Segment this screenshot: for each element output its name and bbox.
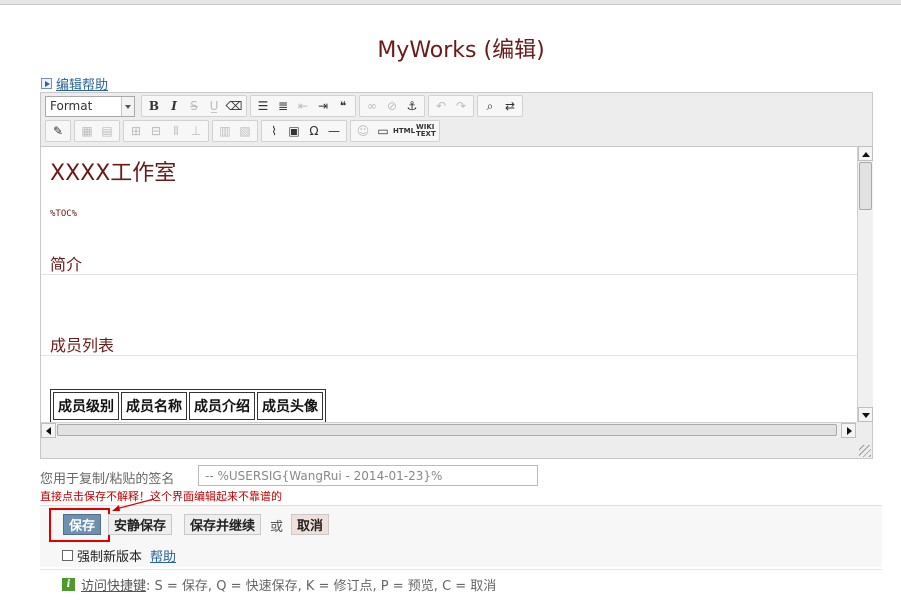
toolbar-group: ∞ ⊘ ⚓ xyxy=(359,95,425,117)
force-new-revision-checkbox[interactable] xyxy=(62,550,73,561)
horizontal-rule-icon[interactable]: — xyxy=(325,122,343,140)
link-icon[interactable]: ∞ xyxy=(363,97,381,115)
edit-source-icon[interactable]: ✎ xyxy=(49,122,67,140)
save-continue-button[interactable]: 保存并继续 xyxy=(184,514,262,535)
italic-icon[interactable]: I xyxy=(165,97,183,115)
resize-grip-icon[interactable] xyxy=(859,445,871,457)
toolbar-group: ▥ ▧ xyxy=(212,120,258,142)
toc-macro: %TOC% xyxy=(50,209,78,219)
force-new-revision-row: 强制新版本 帮助 xyxy=(62,546,176,565)
find-icon[interactable]: ⌕ xyxy=(481,97,499,115)
edit-help-link[interactable]: 编辑帮助 xyxy=(41,74,108,93)
cancel-button[interactable]: 取消 xyxy=(291,514,330,535)
smiley-icon[interactable]: ☺ xyxy=(354,122,372,140)
scroll-left-arrow-icon[interactable] xyxy=(41,423,56,438)
expand-triangle-icon xyxy=(41,78,52,89)
toolbar-group: ▦ ▤ xyxy=(74,120,120,142)
indent-icon[interactable]: ⇥ xyxy=(314,97,332,115)
quiet-save-button[interactable]: 安静保存 xyxy=(108,514,173,535)
insert-column-icon[interactable]: ⫴ xyxy=(167,122,185,140)
underline-icon[interactable]: U̲ xyxy=(205,97,223,115)
blockquote-icon[interactable]: ❝ xyxy=(334,97,352,115)
toolbar-group: ⌕ ⇄ xyxy=(477,95,523,117)
shortcut-link[interactable]: 访问快捷键 xyxy=(81,575,146,594)
strikethrough-icon[interactable]: S̶ xyxy=(185,97,203,115)
toolbar-group: ⊞ ⊟ ⫴ ⊥ xyxy=(123,120,209,142)
info-icon: i xyxy=(62,578,75,591)
special-char-icon[interactable]: Ω xyxy=(305,122,323,140)
anchor-icon[interactable]: ⚓ xyxy=(403,97,421,115)
edit-help-label: 编辑帮助 xyxy=(56,78,109,93)
table-icon[interactable]: ▦ xyxy=(78,122,96,140)
scroll-up-arrow-icon[interactable] xyxy=(858,146,873,161)
wiki-text-icon[interactable]: WIKI TEXT xyxy=(416,122,436,140)
content-heading-1: XXXX工作室 xyxy=(50,161,177,186)
toolbar-row-1: Format B I S̶ U̲ ⌫ ☰ ≣ ⇤ ⇥ ❝ ∞ ⊘ ⚓ ↶ ↷ ⌕ ⇄ xyxy=(45,95,526,117)
force-new-revision-label: 强制新版本 xyxy=(77,550,143,565)
delete-column-icon[interactable]: ⊥ xyxy=(187,122,205,140)
scroll-right-arrow-icon[interactable] xyxy=(841,423,856,438)
format-select[interactable]: Format xyxy=(45,95,135,117)
toolbar-group: ✎ xyxy=(45,120,71,142)
delete-row-icon[interactable]: ⊟ xyxy=(147,122,165,140)
content-heading-members: 成员列表 xyxy=(50,336,115,355)
table-header-cell: 成员级别 xyxy=(53,392,119,420)
warning-note: 直接点击保存不解释！这个界面编辑起来不靠谱的 xyxy=(40,490,282,503)
save-button[interactable]: 保存 xyxy=(63,514,102,535)
scroll-down-arrow-icon[interactable] xyxy=(858,407,873,422)
undo-icon[interactable]: ↶ xyxy=(432,97,450,115)
replace-icon[interactable]: ⇄ xyxy=(501,97,519,115)
insert-row-icon[interactable]: ⊞ xyxy=(127,122,145,140)
member-table: 成员级别 成员名称 成员介绍 成员头像 xyxy=(50,389,326,422)
table-props-icon[interactable]: ▤ xyxy=(98,122,116,140)
chevron-down-icon xyxy=(121,96,134,116)
divider xyxy=(41,355,857,356)
toolbar-group: ⌇ ▣ Ω — xyxy=(261,120,347,142)
redo-icon[interactable]: ↷ xyxy=(452,97,470,115)
scroll-thumb[interactable] xyxy=(859,162,872,210)
table-header-cell: 成员名称 xyxy=(121,392,187,420)
toolbar-group: ↶ ↷ xyxy=(428,95,474,117)
image-icon[interactable]: ▣ xyxy=(285,122,303,140)
numbered-list-icon[interactable]: ≣ xyxy=(274,97,292,115)
scroll-thumb[interactable] xyxy=(57,424,837,436)
bulleted-list-icon[interactable]: ☰ xyxy=(254,97,272,115)
split-cells-icon[interactable]: ▧ xyxy=(236,122,254,140)
action-bar: 保存 安静保存 保存并继续 或 取消 强制新版本 帮助 xyxy=(40,498,882,567)
divider xyxy=(41,274,857,275)
toolbar-group: ☺ ▭ HTML WIKI TEXT xyxy=(350,120,440,142)
shortcut-text: : S = 保存, Q = 快速保存, K = 修订点, P = 预览, C =… xyxy=(146,579,497,594)
toolbar-group: ☰ ≣ ⇤ ⇥ ❝ xyxy=(250,95,356,117)
outdent-icon[interactable]: ⇤ xyxy=(294,97,312,115)
signature-input[interactable] xyxy=(198,465,538,486)
page-title: MyWorks (编辑) xyxy=(377,38,545,63)
horizontal-scrollbar[interactable] xyxy=(41,422,857,438)
html-icon[interactable]: HTML xyxy=(393,122,415,140)
rich-text-editor: Format B I S̶ U̲ ⌫ ☰ ≣ ⇤ ⇥ ❝ ∞ ⊘ ⚓ ↶ ↷ ⌕ ⇄ ✎ ▦ ▤ ⊞ ⊟ ⫴ ⊥ ▥ ▧ ⌇ ▣ Ω —… xyxy=(40,92,873,459)
editor-content[interactable]: XXXX工作室 %TOC% 简介 成员列表 成员级别 成员名称 成员介绍 成员头… xyxy=(41,146,857,422)
bold-icon[interactable]: B xyxy=(145,97,163,115)
signature-label: 您用于复制/粘贴的签名 xyxy=(40,472,175,487)
content-heading-intro: 简介 xyxy=(50,255,83,274)
toolbar-row-2: ✎ ▦ ▤ ⊞ ⊟ ⫴ ⊥ ▥ ▧ ⌇ ▣ Ω — ☺ ▭ HTML WIKI TEXT xyxy=(45,120,443,142)
vertical-scrollbar[interactable] xyxy=(857,146,873,422)
table-header-cell: 成员头像 xyxy=(257,392,323,420)
eraser-icon[interactable]: ⌫ xyxy=(225,97,243,115)
merge-cells-icon[interactable]: ▥ xyxy=(216,122,234,140)
shortcut-bar: i 访问快捷键 : S = 保存, Q = 快速保存, K = 修订点, P =… xyxy=(40,569,882,599)
table-header-cell: 成员介绍 xyxy=(189,392,255,420)
toolbar-group: B I S̶ U̲ ⌫ xyxy=(141,95,247,117)
unlink-icon[interactable]: ⊘ xyxy=(383,97,401,115)
help-link[interactable]: 帮助 xyxy=(150,546,176,565)
format-select-value: Format xyxy=(50,98,93,113)
attach-icon[interactable]: ⌇ xyxy=(265,122,283,140)
window-icon[interactable]: ▭ xyxy=(374,122,392,140)
or-text: 或 xyxy=(270,520,284,535)
top-border xyxy=(0,0,901,5)
